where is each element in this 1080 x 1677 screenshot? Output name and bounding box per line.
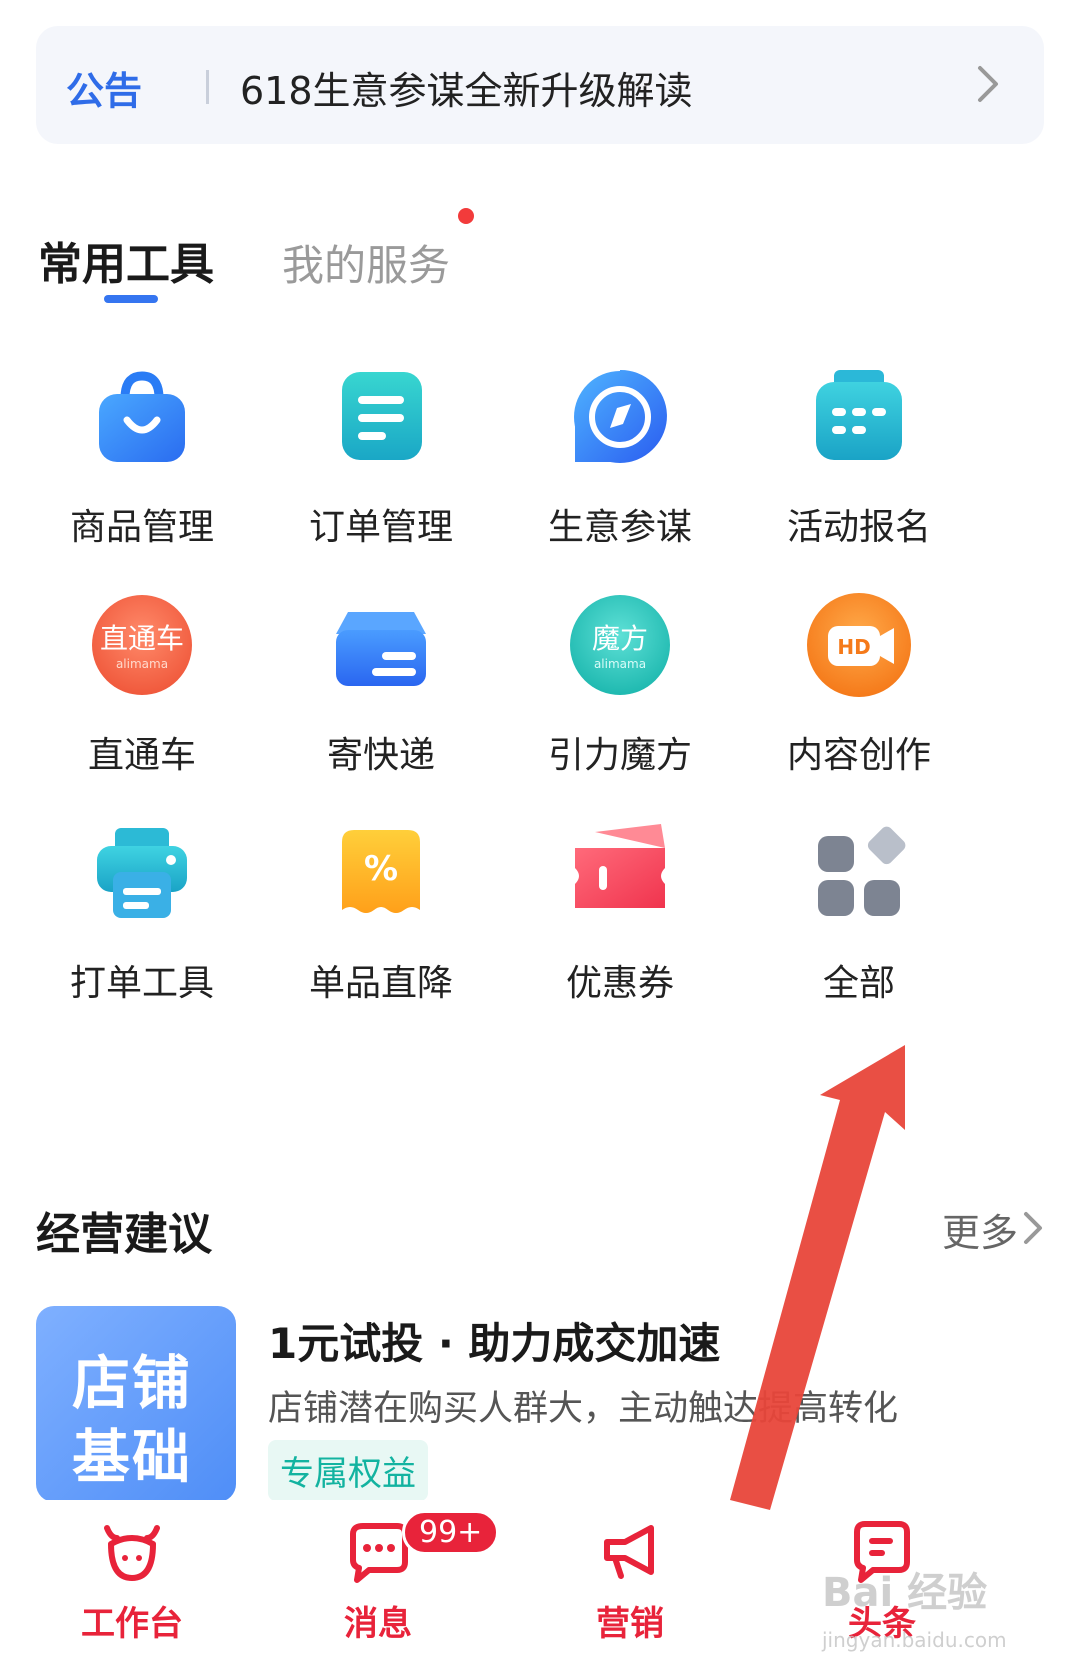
package-box-icon xyxy=(326,590,436,700)
tool-business-advisor[interactable]: 生意参谋 xyxy=(520,362,720,550)
order-list-icon xyxy=(326,362,436,472)
tab-label: 消息 xyxy=(344,1604,412,1644)
tool-express[interactable]: 寄快递 xyxy=(281,590,481,778)
tool-label: 寄快递 xyxy=(326,735,435,776)
tool-coupon[interactable]: 优惠券 xyxy=(520,818,720,1006)
watermark-logo: Bai 经验 xyxy=(822,1570,988,1616)
tool-label: 全部 xyxy=(822,963,895,1004)
coupon-icon xyxy=(565,818,675,928)
cow-head-icon xyxy=(97,1518,167,1584)
tab-marketing[interactable]: 营销 xyxy=(550,1518,710,1645)
tool-label: 生意参谋 xyxy=(547,507,692,548)
tool-content-creation[interactable]: HD 内容创作 xyxy=(759,590,959,778)
advice-card-title[interactable]: 1元试投 · 助力成交加速 xyxy=(268,1310,720,1371)
tab-label: 营销 xyxy=(596,1604,664,1644)
watermark-url: jingyan.baidu.com xyxy=(822,1628,1007,1652)
tool-label: 引力魔方 xyxy=(547,735,692,776)
tool-label: 优惠券 xyxy=(565,963,674,1004)
hd-video-icon: HD xyxy=(804,590,914,700)
tab-label: 工作台 xyxy=(81,1604,183,1644)
tool-mofang[interactable]: 魔方 alimama 引力魔方 xyxy=(520,590,720,778)
calendar-icon xyxy=(804,362,914,472)
tab-workbench[interactable] xyxy=(52,18,212,1584)
tool-label: 活动报名 xyxy=(786,507,931,548)
tool-event-signup[interactable]: 活动报名 xyxy=(759,362,959,550)
megaphone-icon xyxy=(595,1518,665,1584)
tool-label: 内容创作 xyxy=(786,735,931,776)
tab-my-services[interactable]: 我的服务 xyxy=(282,232,450,293)
svg-text:魔方: 魔方 xyxy=(592,622,648,655)
svg-text:alimama: alimama xyxy=(594,657,646,671)
more-link[interactable]: 更多 xyxy=(942,1202,1018,1257)
notification-dot xyxy=(458,208,474,224)
chevron-right-icon[interactable] xyxy=(1022,1208,1044,1248)
tool-label: 订单管理 xyxy=(308,507,453,548)
announcement-text: 618生意参谋全新升级解读 xyxy=(240,69,693,113)
all-apps-grid-icon xyxy=(804,818,914,928)
svg-text:%: % xyxy=(364,849,398,889)
compass-icon xyxy=(565,362,675,472)
svg-text:HD: HD xyxy=(837,635,870,659)
mofang-alimama-icon: 魔方 alimama xyxy=(565,590,675,700)
unread-count-badge: 99+ xyxy=(402,1510,500,1555)
tool-order-management[interactable]: 订单管理 xyxy=(281,362,481,550)
chevron-right-icon xyxy=(978,66,998,102)
advice-card-subtitle: 店铺潜在购买人群大，主动触达提高转化 xyxy=(268,1389,899,1429)
exclusive-benefit-tag: 专属权益 xyxy=(268,1440,428,1501)
discount-percent-icon: % xyxy=(326,818,436,928)
tool-price-drop[interactable]: % 单品直降 xyxy=(281,818,481,1006)
tool-label: 单品直降 xyxy=(308,963,453,1004)
tool-all[interactable]: 全部 xyxy=(759,818,959,1006)
tab-workbench-btn[interactable]: 工作台 xyxy=(52,1518,212,1645)
